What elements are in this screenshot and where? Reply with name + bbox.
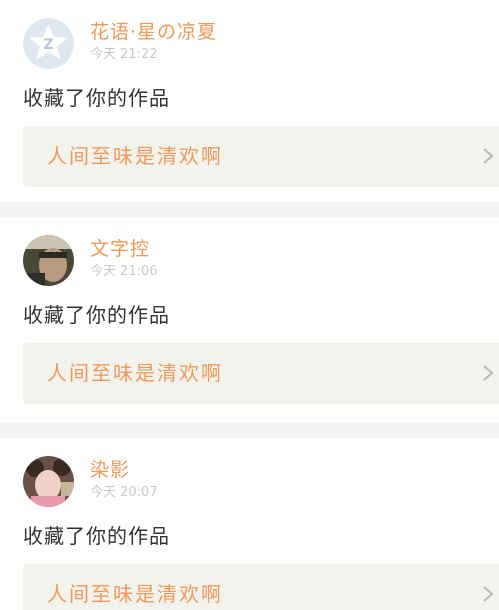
avatar[interactable]: Z — [23, 18, 74, 69]
username[interactable]: 花语·星の凉夏 — [90, 21, 217, 43]
username[interactable]: 染影 — [90, 459, 130, 481]
work-link[interactable]: 人间至味是清欢啊 — [23, 343, 499, 404]
timestamp: 今天 21:22 — [90, 47, 158, 62]
action-text: 收藏了你的作品 — [23, 303, 170, 327]
work-title: 人间至味是清欢啊 — [47, 582, 223, 606]
user-photo-avatar — [23, 456, 74, 507]
work-link[interactable]: 人间至味是清欢啊 — [23, 126, 499, 187]
chevron-right-icon — [483, 148, 494, 164]
avatar[interactable] — [23, 456, 74, 507]
chevron-right-icon — [483, 586, 494, 602]
item-divider — [0, 423, 499, 438]
chevron-right-icon — [483, 365, 494, 381]
notification-item: 染影 今天 20:07 收藏了你的作品 人间至味是清欢啊 — [0, 438, 499, 610]
item-divider — [0, 202, 499, 217]
action-text: 收藏了你的作品 — [23, 86, 170, 110]
svg-text:Z: Z — [43, 37, 53, 53]
action-text: 收藏了你的作品 — [23, 524, 170, 548]
notification-feed: Z 花语·星の凉夏 今天 21:22 收藏了你的作品 人间至味是清欢啊 文字控 … — [0, 0, 499, 610]
timestamp: 今天 20:07 — [90, 485, 158, 500]
notification-item: 文字控 今天 21:06 收藏了你的作品 人间至味是清欢啊 — [0, 217, 499, 419]
user-photo-avatar — [23, 235, 74, 286]
work-title: 人间至味是清欢啊 — [47, 144, 223, 168]
work-title: 人间至味是清欢啊 — [47, 361, 223, 385]
notification-item: Z 花语·星の凉夏 今天 21:22 收藏了你的作品 人间至味是清欢啊 — [0, 0, 499, 202]
username[interactable]: 文字控 — [90, 238, 150, 260]
avatar[interactable] — [23, 235, 74, 286]
timestamp: 今天 21:06 — [90, 264, 158, 279]
qzone-default-avatar-icon: Z — [23, 18, 74, 69]
work-link[interactable]: 人间至味是清欢啊 — [23, 564, 499, 610]
